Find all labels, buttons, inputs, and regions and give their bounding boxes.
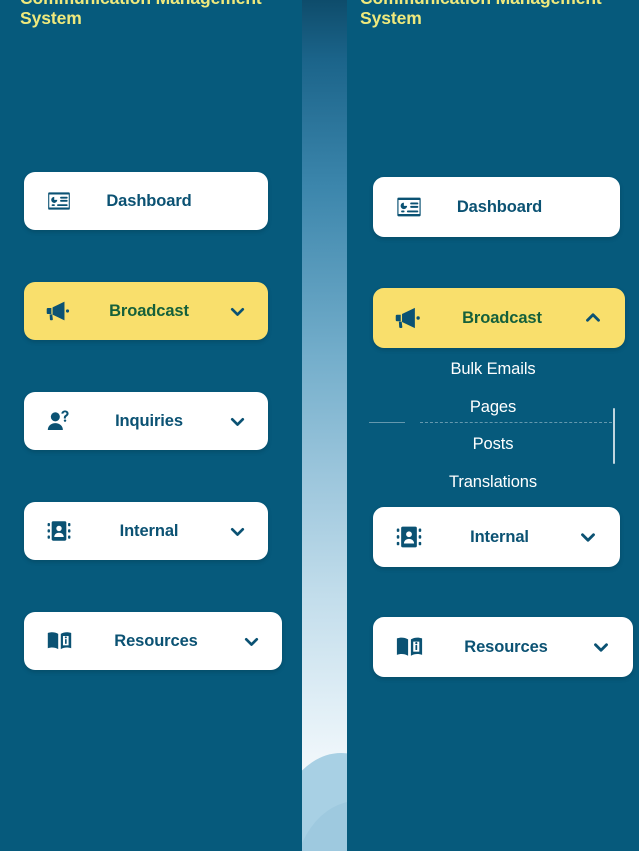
sidebar-item-internal[interactable]: Internal — [373, 507, 620, 567]
broadcast-submenu: Bulk Emails Pages Posts Translations — [347, 351, 639, 501]
sidebar-item-label: Inquiries — [115, 411, 183, 430]
submenu-item-posts[interactable]: Posts — [347, 426, 639, 464]
open-book-info-icon — [391, 633, 427, 661]
dashboard-card-icon — [42, 188, 76, 214]
sidebar-left: Communication Management System Dashboar… — [0, 0, 302, 851]
sidebar-item-label: Internal — [470, 527, 529, 546]
panel-divider-gradient — [302, 0, 347, 851]
chevron-down-icon[interactable] — [222, 411, 252, 432]
chevron-down-icon[interactable] — [236, 631, 266, 652]
page-title-left: Communication Management System — [20, 0, 262, 28]
submenu-item-pages[interactable]: Pages — [347, 389, 639, 427]
submenu-divider-dashed — [420, 422, 612, 423]
chevron-down-icon[interactable] — [222, 521, 252, 542]
sidebar-item-dashboard[interactable]: Dashboard — [24, 172, 268, 230]
sidebar-item-label: Dashboard — [106, 191, 192, 210]
vertical-scrollbar-thumb[interactable] — [613, 408, 615, 464]
chevron-up-icon[interactable] — [577, 307, 609, 329]
dashboard-card-icon — [391, 193, 427, 221]
sidebar-item-resources[interactable]: Resources — [24, 612, 282, 670]
sidebar-item-internal[interactable]: Internal — [24, 502, 268, 560]
sidebar-item-label: Resources — [114, 631, 198, 650]
submenu-divider-left — [369, 422, 405, 423]
sidebar-item-resources[interactable]: Resources — [373, 617, 633, 677]
address-book-icon — [42, 518, 76, 544]
sidebar-item-inquiries[interactable]: Inquiries — [24, 392, 268, 450]
megaphone-icon — [42, 298, 76, 324]
address-book-icon — [391, 523, 427, 551]
sidebar-item-broadcast[interactable]: Broadcast — [373, 288, 625, 348]
open-book-info-icon — [42, 628, 76, 654]
submenu-item-translations[interactable]: Translations — [347, 464, 639, 502]
sidebar-item-label: Broadcast — [109, 301, 189, 320]
person-question-icon — [42, 408, 76, 434]
page-title-right: Communication Management System — [360, 0, 602, 28]
sidebar-item-label: Broadcast — [462, 308, 542, 327]
submenu-item-bulk-emails[interactable]: Bulk Emails — [347, 351, 639, 389]
sidebar-item-label: Resources — [464, 637, 548, 656]
chevron-down-icon[interactable] — [585, 636, 617, 658]
sidebar-item-label: Internal — [119, 521, 179, 540]
megaphone-icon — [391, 304, 427, 332]
app-root: Communication Management System Dashboar… — [0, 0, 639, 851]
sidebar-item-broadcast[interactable]: Broadcast — [24, 282, 268, 340]
chevron-down-icon[interactable] — [222, 301, 252, 322]
sidebar-item-label: Dashboard — [456, 197, 543, 216]
sidebar-item-dashboard[interactable]: Dashboard — [373, 177, 620, 237]
chevron-down-icon[interactable] — [572, 526, 604, 548]
